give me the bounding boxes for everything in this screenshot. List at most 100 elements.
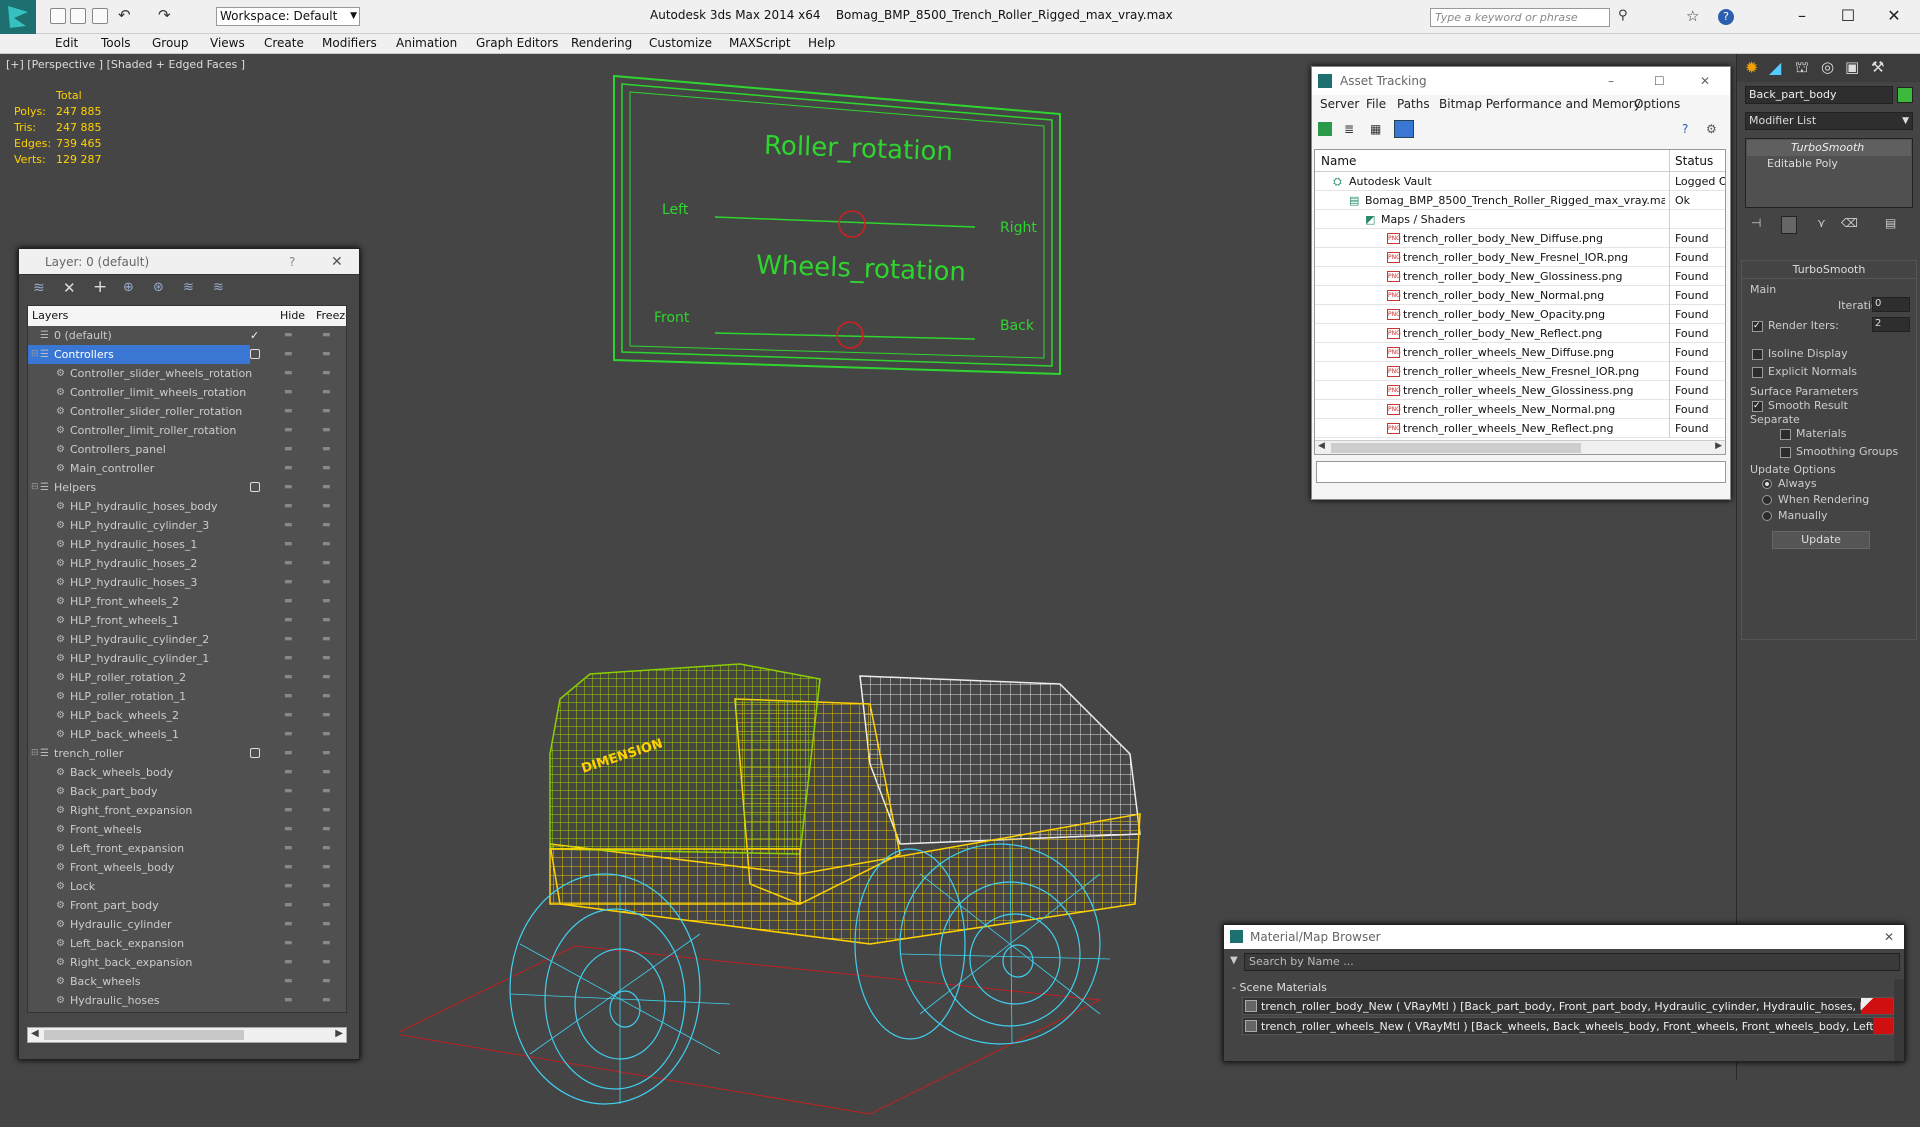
menu-edit[interactable]: Edit — [55, 36, 78, 50]
layer-group-row[interactable]: ☰ 0 (default) ✓ ▬ ▬ — [28, 326, 346, 345]
hide-toggle-icon[interactable]: ▬ — [284, 592, 293, 611]
freeze-toggle-icon[interactable]: ▬ — [322, 573, 331, 592]
freeze-toggle-icon[interactable]: ▬ — [322, 915, 331, 934]
layer-object-row[interactable]: ⚙ Controller_slider_roller_rotation ▬ ▬ — [28, 402, 346, 421]
freeze-toggle-icon[interactable]: ▬ — [322, 497, 331, 516]
asset-scroll-right-icon[interactable]: ▶ — [1715, 441, 1722, 451]
show-end-result-icon[interactable] — [1781, 216, 1797, 234]
asset-row[interactable]: ▤ Bomag_BMP_8500_Trench_Roller_Rigged_max… — [1315, 191, 1725, 210]
save-file-icon[interactable] — [92, 8, 108, 24]
material-options-icon[interactable]: ▼ — [1230, 955, 1238, 966]
layer-object-row[interactable]: ⚙ HLP_front_wheels_1 ▬ ▬ — [28, 611, 346, 630]
add-selection-box-icon[interactable] — [250, 349, 260, 359]
freeze-toggle-icon[interactable]: ▬ — [322, 858, 331, 877]
layer-list[interactable]: Layers Hide Freeze ☰0 (default)✓▬▬⊟☰Cont… — [27, 305, 347, 1013]
freeze-toggle-icon[interactable]: ▬ — [322, 953, 331, 972]
freeze-toggle-icon[interactable]: ▬ — [322, 801, 331, 820]
asset-row[interactable]: PNG trench_roller_body_New_Diffuse.png Fou… — [1315, 229, 1725, 248]
hide-toggle-icon[interactable]: ▬ — [284, 573, 293, 592]
asset-maximize-button[interactable]: ☐ — [1654, 67, 1665, 95]
utilities-tab-icon[interactable]: ⚒ — [1871, 58, 1884, 76]
freeze-toggle-icon[interactable]: ▬ — [322, 725, 331, 744]
material-browser-title-bar[interactable]: Material/Map Browser ✕ — [1224, 925, 1904, 949]
manually-radio[interactable] — [1762, 511, 1772, 521]
freeze-toggle-icon[interactable]: ▬ — [322, 839, 331, 858]
hide-toggle-icon[interactable]: ▬ — [284, 459, 293, 478]
asset-menu-paths[interactable]: Paths — [1397, 97, 1430, 111]
asset-help-icon[interactable]: ? — [1682, 122, 1688, 136]
hide-toggle-icon[interactable]: ▬ — [284, 649, 293, 668]
layer-object-row[interactable]: ⚙ Controller_limit_roller_rotation ▬ ▬ — [28, 421, 346, 440]
menu-tools[interactable]: Tools — [101, 36, 131, 50]
hide-toggle-icon[interactable]: ▬ — [284, 953, 293, 972]
asset-settings-icon[interactable]: ⚙ — [1706, 122, 1717, 136]
hierarchy-tab-icon[interactable]: ⛫ — [1795, 58, 1809, 78]
hide-toggle-icon[interactable]: ▬ — [284, 744, 293, 763]
freeze-toggle-icon[interactable]: ▬ — [322, 820, 331, 839]
asset-row[interactable]: PNG trench_roller_body_New_Fresnel_IOR.pn… — [1315, 248, 1725, 267]
layer-object-row[interactable]: ⚙ Right_front_expansion ▬ ▬ — [28, 801, 346, 820]
iterations-spinner[interactable]: 0 — [1872, 297, 1910, 312]
asset-path-field[interactable] — [1316, 461, 1726, 483]
material-search-input[interactable]: Search by Name ... — [1244, 953, 1900, 971]
layer-object-row[interactable]: ⚙ HLP_hydraulic_cylinder_1 ▬ ▬ — [28, 649, 346, 668]
freeze-toggle-icon[interactable]: ▬ — [322, 554, 331, 573]
asset-menu-bitmap[interactable]: Bitmap Performance and Memory — [1439, 97, 1641, 111]
freeze-toggle-icon[interactable]: ▬ — [322, 345, 331, 364]
hide-toggle-icon[interactable]: ▬ — [284, 782, 293, 801]
hide-toggle-icon[interactable]: ▬ — [284, 345, 293, 364]
isoline-checkbox[interactable] — [1752, 349, 1763, 360]
expand-toggle-icon[interactable]: ⊟ — [31, 345, 39, 364]
table-view-icon[interactable]: ▦ — [1370, 122, 1381, 136]
stack-item-editable-poly[interactable]: Editable Poly — [1747, 156, 1911, 172]
asset-row[interactable]: PNG trench_roller_wheels_New_Reflect.png F… — [1315, 419, 1725, 438]
hide-toggle-icon[interactable]: ▬ — [284, 915, 293, 934]
asset-row[interactable]: PNG trench_roller_wheels_New_Glossiness.p… — [1315, 381, 1725, 400]
list-view-icon[interactable]: ≣ — [1344, 122, 1354, 136]
layer-object-row[interactable]: ⚙ Lock ▬ ▬ — [28, 877, 346, 896]
menu-customize[interactable]: Customize — [649, 36, 712, 50]
layer-object-row[interactable]: ⚙ HLP_hydraulic_hoses_1 ▬ ▬ — [28, 535, 346, 554]
layer-object-row[interactable]: ⚙ HLP_back_wheels_1 ▬ ▬ — [28, 725, 346, 744]
always-radio[interactable] — [1762, 479, 1772, 489]
asset-scroll-thumb[interactable] — [1331, 443, 1581, 453]
hide-toggle-icon[interactable]: ▬ — [284, 725, 293, 744]
hide-toggle-icon[interactable]: ▬ — [284, 820, 293, 839]
freeze-toggle-icon[interactable]: ▬ — [322, 459, 331, 478]
asset-close-button[interactable]: ✕ — [1700, 67, 1710, 95]
configure-sets-icon[interactable]: ▤ — [1885, 216, 1896, 230]
help-icon[interactable]: ? — [1718, 9, 1734, 25]
layer-object-row[interactable]: ⚙ Front_wheels ▬ ▬ — [28, 820, 346, 839]
controllers-panel[interactable]: Roller_rotation Left Right Wheels_rotati… — [612, 74, 1062, 376]
scroll-left-icon[interactable]: ◀ — [31, 1028, 39, 1039]
layer-object-row[interactable]: ⚙ HLP_hydraulic_cylinder_2 ▬ ▬ — [28, 630, 346, 649]
asset-hscrollbar[interactable]: ◀ ▶ — [1315, 440, 1725, 454]
layer-object-row[interactable]: ⚙ HLP_hydraulic_hoses_3 ▬ ▬ — [28, 573, 346, 592]
hide-toggle-icon[interactable]: ▬ — [284, 326, 293, 345]
modify-tab-icon[interactable]: ◢ — [1769, 58, 1781, 77]
make-unique-icon[interactable]: ⋎ — [1817, 216, 1826, 230]
roller-slider-handle[interactable] — [838, 210, 866, 238]
asset-row[interactable]: PNG trench_roller_body_New_Normal.png Foun… — [1315, 286, 1725, 305]
freeze-all-icon[interactable]: ≋ — [213, 280, 224, 295]
smooth-result-checkbox[interactable]: ✓ — [1752, 401, 1763, 412]
asset-scroll-left-icon[interactable]: ◀ — [1318, 441, 1325, 451]
layer-object-row[interactable]: ⚙ Hydraulic_hoses ▬ ▬ — [28, 991, 346, 1010]
menu-animation[interactable]: Animation — [396, 36, 457, 50]
object-color-swatch[interactable] — [1897, 87, 1913, 103]
add-to-layer-icon[interactable]: + — [93, 277, 107, 297]
freeze-toggle-icon[interactable]: ▬ — [322, 516, 331, 535]
hide-toggle-icon[interactable]: ▬ — [284, 516, 293, 535]
hide-toggle-icon[interactable]: ▬ — [284, 706, 293, 725]
freeze-toggle-icon[interactable]: ▬ — [322, 364, 331, 383]
layer-object-row[interactable]: ⚙ HLP_hydraulic_hoses_body ▬ ▬ — [28, 497, 346, 516]
menu-help[interactable]: Help — [808, 36, 835, 50]
layer-object-row[interactable]: ⚙ HLP_roller_rotation_1 ▬ ▬ — [28, 687, 346, 706]
asset-title-bar[interactable]: Asset Tracking – ☐ ✕ — [1312, 67, 1730, 95]
expand-toggle-icon[interactable]: ⊟ — [31, 478, 39, 497]
col-freeze[interactable]: Freeze — [316, 306, 346, 326]
freeze-toggle-icon[interactable]: ▬ — [322, 535, 331, 554]
hide-toggle-icon[interactable]: ▬ — [284, 763, 293, 782]
binoculars-icon[interactable]: ⚲ — [1618, 8, 1628, 23]
freeze-toggle-icon[interactable]: ▬ — [322, 934, 331, 953]
